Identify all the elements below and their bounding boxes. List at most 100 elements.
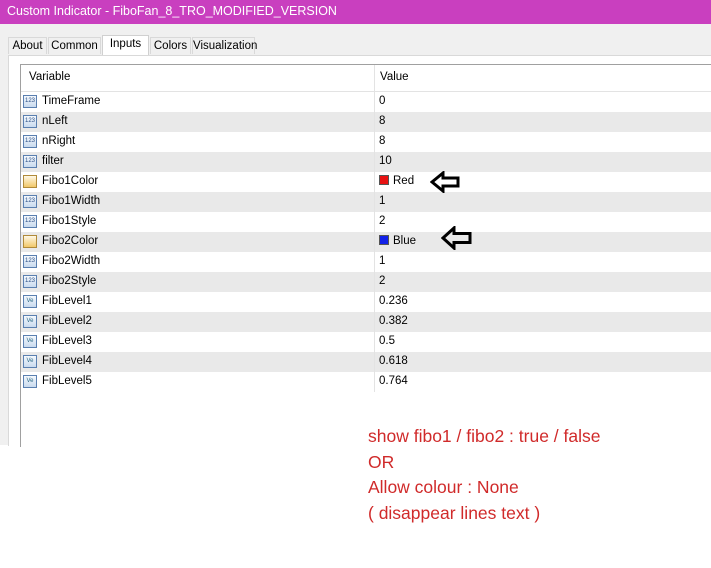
value-text: Blue (393, 235, 417, 247)
column-divider (374, 152, 375, 172)
variable-name: Fibo2Style (42, 275, 97, 287)
column-divider (374, 252, 375, 272)
value-text: 10 (379, 155, 392, 167)
variable-name: FibLevel4 (42, 355, 92, 367)
value-cell[interactable]: 0.5 (379, 335, 395, 347)
title-bar[interactable]: Custom Indicator - FiboFan_8_TRO_MODIFIE… (0, 0, 711, 24)
value-text: 0.5 (379, 335, 395, 347)
note-line: ( disappear lines text ) (368, 502, 541, 523)
column-divider (374, 212, 375, 232)
tab-inputs[interactable]: Inputs (102, 35, 149, 55)
grid-row-filter[interactable]: 123 filter 10 (21, 152, 711, 172)
header-value[interactable]: Value (380, 71, 409, 83)
column-divider (374, 192, 375, 212)
column-divider (374, 292, 375, 312)
int-icon: 123 (23, 195, 37, 208)
value-cell[interactable]: Blue (379, 235, 416, 247)
header-divider[interactable] (374, 65, 375, 91)
value-cell[interactable]: 8 (379, 135, 385, 147)
int-icon: 123 (23, 215, 37, 228)
double-icon: Ve (23, 335, 37, 348)
double-icon: Ve (23, 375, 37, 388)
value-text: 0.382 (379, 315, 408, 327)
tab-common[interactable]: Common (48, 37, 101, 54)
grid-row-fiblevel4[interactable]: Ve FibLevel4 0.618 (21, 352, 711, 372)
note-line: show fibo1 / fibo2 : true / false (368, 426, 601, 446)
column-divider (374, 172, 375, 192)
variable-name: FibLevel1 (42, 295, 92, 307)
inputs-panel: Variable Value 123 TimeFrame 0 123 nLeft 8 123… (8, 55, 711, 447)
int-icon: 123 (23, 155, 37, 168)
grid-row-nright[interactable]: 123 nRight 8 (21, 132, 711, 152)
value-cell[interactable]: 8 (379, 115, 385, 127)
value-text: 1 (379, 255, 386, 267)
value-cell[interactable]: 10 (379, 155, 392, 167)
column-divider (374, 332, 375, 352)
color-swatch (379, 235, 389, 245)
value-text: 1 (379, 195, 386, 207)
value-cell[interactable]: 0 (379, 95, 385, 107)
value-text: 0.618 (379, 355, 408, 367)
value-text: 0.764 (379, 375, 408, 387)
grid-row-fiblevel2[interactable]: Ve FibLevel2 0.382 (21, 312, 711, 332)
value-cell[interactable]: 0.382 (379, 315, 408, 327)
variable-name: Fibo2Color (42, 235, 99, 247)
variable-name: Fibo2Width (42, 255, 101, 267)
variable-name: FibLevel2 (42, 315, 92, 327)
grid-row-fibo2width[interactable]: 123 Fibo2Width 1 (21, 252, 711, 272)
grid-row-fiblevel3[interactable]: Ve FibLevel3 0.5 (21, 332, 711, 352)
grid-row-fibo2color[interactable]: Fibo2Color Blue (21, 232, 711, 252)
int-icon: 123 (23, 135, 37, 148)
variable-name: Fibo1Style (42, 215, 97, 227)
grid-row-nleft[interactable]: 123 nLeft 8 (21, 112, 711, 132)
variable-name: Fibo1Color (42, 175, 99, 187)
header-variable[interactable]: Variable (29, 71, 70, 83)
grid-row-timeframe[interactable]: 123 TimeFrame 0 (21, 92, 711, 112)
column-divider (374, 272, 375, 292)
arrow-left-icon (441, 226, 472, 250)
grid-row-fibo1style[interactable]: 123 Fibo1Style 2 (21, 212, 711, 232)
value-text: 0 (379, 95, 386, 107)
value-text: 8 (379, 135, 386, 147)
note-line: Allow colour : None (368, 477, 519, 498)
value-text: Red (393, 175, 415, 187)
variable-name: Fibo1Width (42, 195, 101, 207)
value-cell[interactable]: 0.236 (379, 295, 408, 307)
tab-about[interactable]: About (8, 37, 47, 54)
column-divider (374, 372, 375, 392)
variable-name: FibLevel5 (42, 375, 92, 387)
grid-row-fiblevel5[interactable]: Ve FibLevel5 0.764 (21, 372, 711, 392)
int-icon: 123 (23, 115, 37, 128)
tab-colors[interactable]: Colors (150, 37, 191, 54)
column-divider (374, 92, 375, 112)
tab-visualization[interactable]: Visualization (192, 37, 257, 54)
value-cell[interactable]: 2 (379, 215, 385, 227)
value-cell[interactable]: 2 (379, 275, 385, 287)
variable-name: nLeft (42, 115, 68, 127)
value-cell[interactable]: 1 (379, 195, 385, 207)
value-cell[interactable]: 0.764 (379, 375, 408, 387)
variable-name: TimeFrame (42, 95, 101, 107)
variable-name: nRight (42, 135, 76, 147)
int-icon: 123 (23, 275, 37, 288)
value-cell[interactable]: Red (379, 175, 414, 187)
inputs-grid[interactable]: Variable Value 123 TimeFrame 0 123 nLeft 8 123… (20, 64, 711, 447)
column-divider (374, 352, 375, 372)
value-cell[interactable]: 0.618 (379, 355, 408, 367)
grid-row-fiblevel1[interactable]: Ve FibLevel1 0.236 (21, 292, 711, 312)
arrow-left-icon (430, 171, 460, 193)
note-line: OR (368, 451, 395, 472)
grid-row-fibo1width[interactable]: 123 Fibo1Width 1 (21, 192, 711, 212)
grid-row-fibo1color[interactable]: Fibo1Color Red (21, 172, 711, 192)
variable-name: filter (42, 155, 64, 167)
column-divider (374, 112, 375, 132)
color-icon (23, 235, 37, 248)
annotation-note: show fibo1 / fibo2 : true / false OR All… (368, 424, 601, 526)
value-cell[interactable]: 1 (379, 255, 385, 267)
value-text: 2 (379, 275, 386, 287)
column-divider (374, 132, 375, 152)
grid-header: Variable Value (21, 65, 711, 92)
grid-row-fibo2style[interactable]: 123 Fibo2Style 2 (21, 272, 711, 292)
column-divider (374, 312, 375, 332)
color-icon (23, 175, 37, 188)
